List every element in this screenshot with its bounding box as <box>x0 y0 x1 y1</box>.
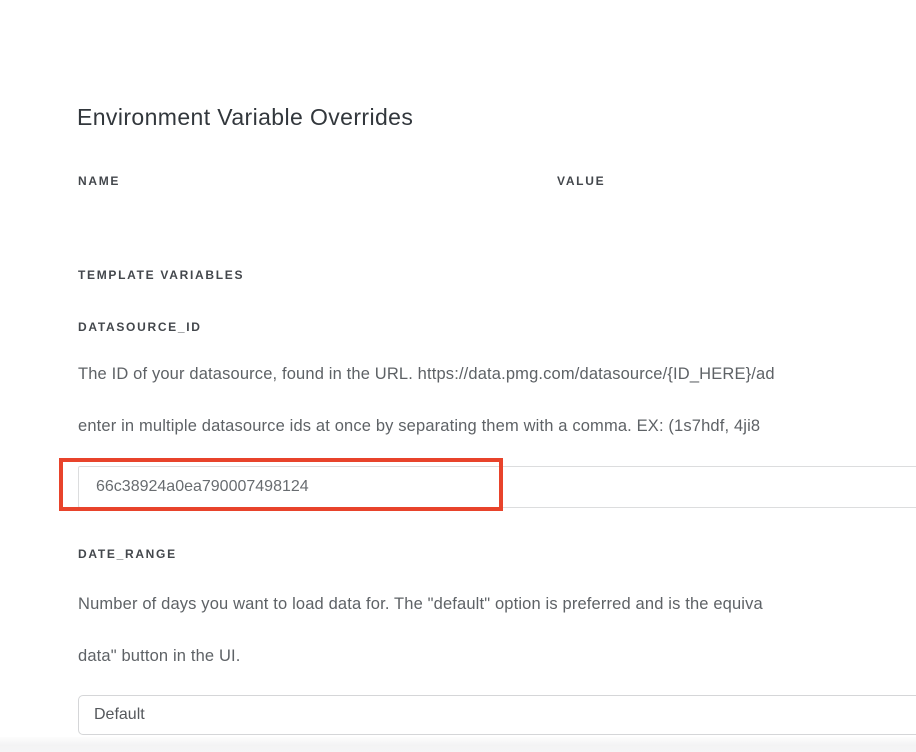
column-header-value: VALUE <box>557 174 605 188</box>
date-range-description-line2: data" button in the UI. <box>78 647 241 666</box>
section-header-template-variables: TEMPLATE VARIABLES <box>78 268 244 282</box>
datasource-id-description-line2: enter in multiple datasource ids at once… <box>78 417 760 436</box>
field-label-date-range: DATE_RANGE <box>78 547 177 561</box>
datasource-id-description-line1: The ID of your datasource, found in the … <box>78 365 775 384</box>
date-range-description-line1: Number of days you want to load data for… <box>78 595 763 614</box>
bottom-section-divider <box>0 737 916 752</box>
date-range-select[interactable] <box>78 695 916 735</box>
datasource-id-input[interactable] <box>78 466 916 508</box>
environment-overrides-page: Environment Variable Overrides NAME VALU… <box>0 0 916 752</box>
page-title: Environment Variable Overrides <box>77 104 413 131</box>
column-header-name: NAME <box>78 174 120 188</box>
field-label-datasource-id: DATASOURCE_ID <box>78 320 202 334</box>
